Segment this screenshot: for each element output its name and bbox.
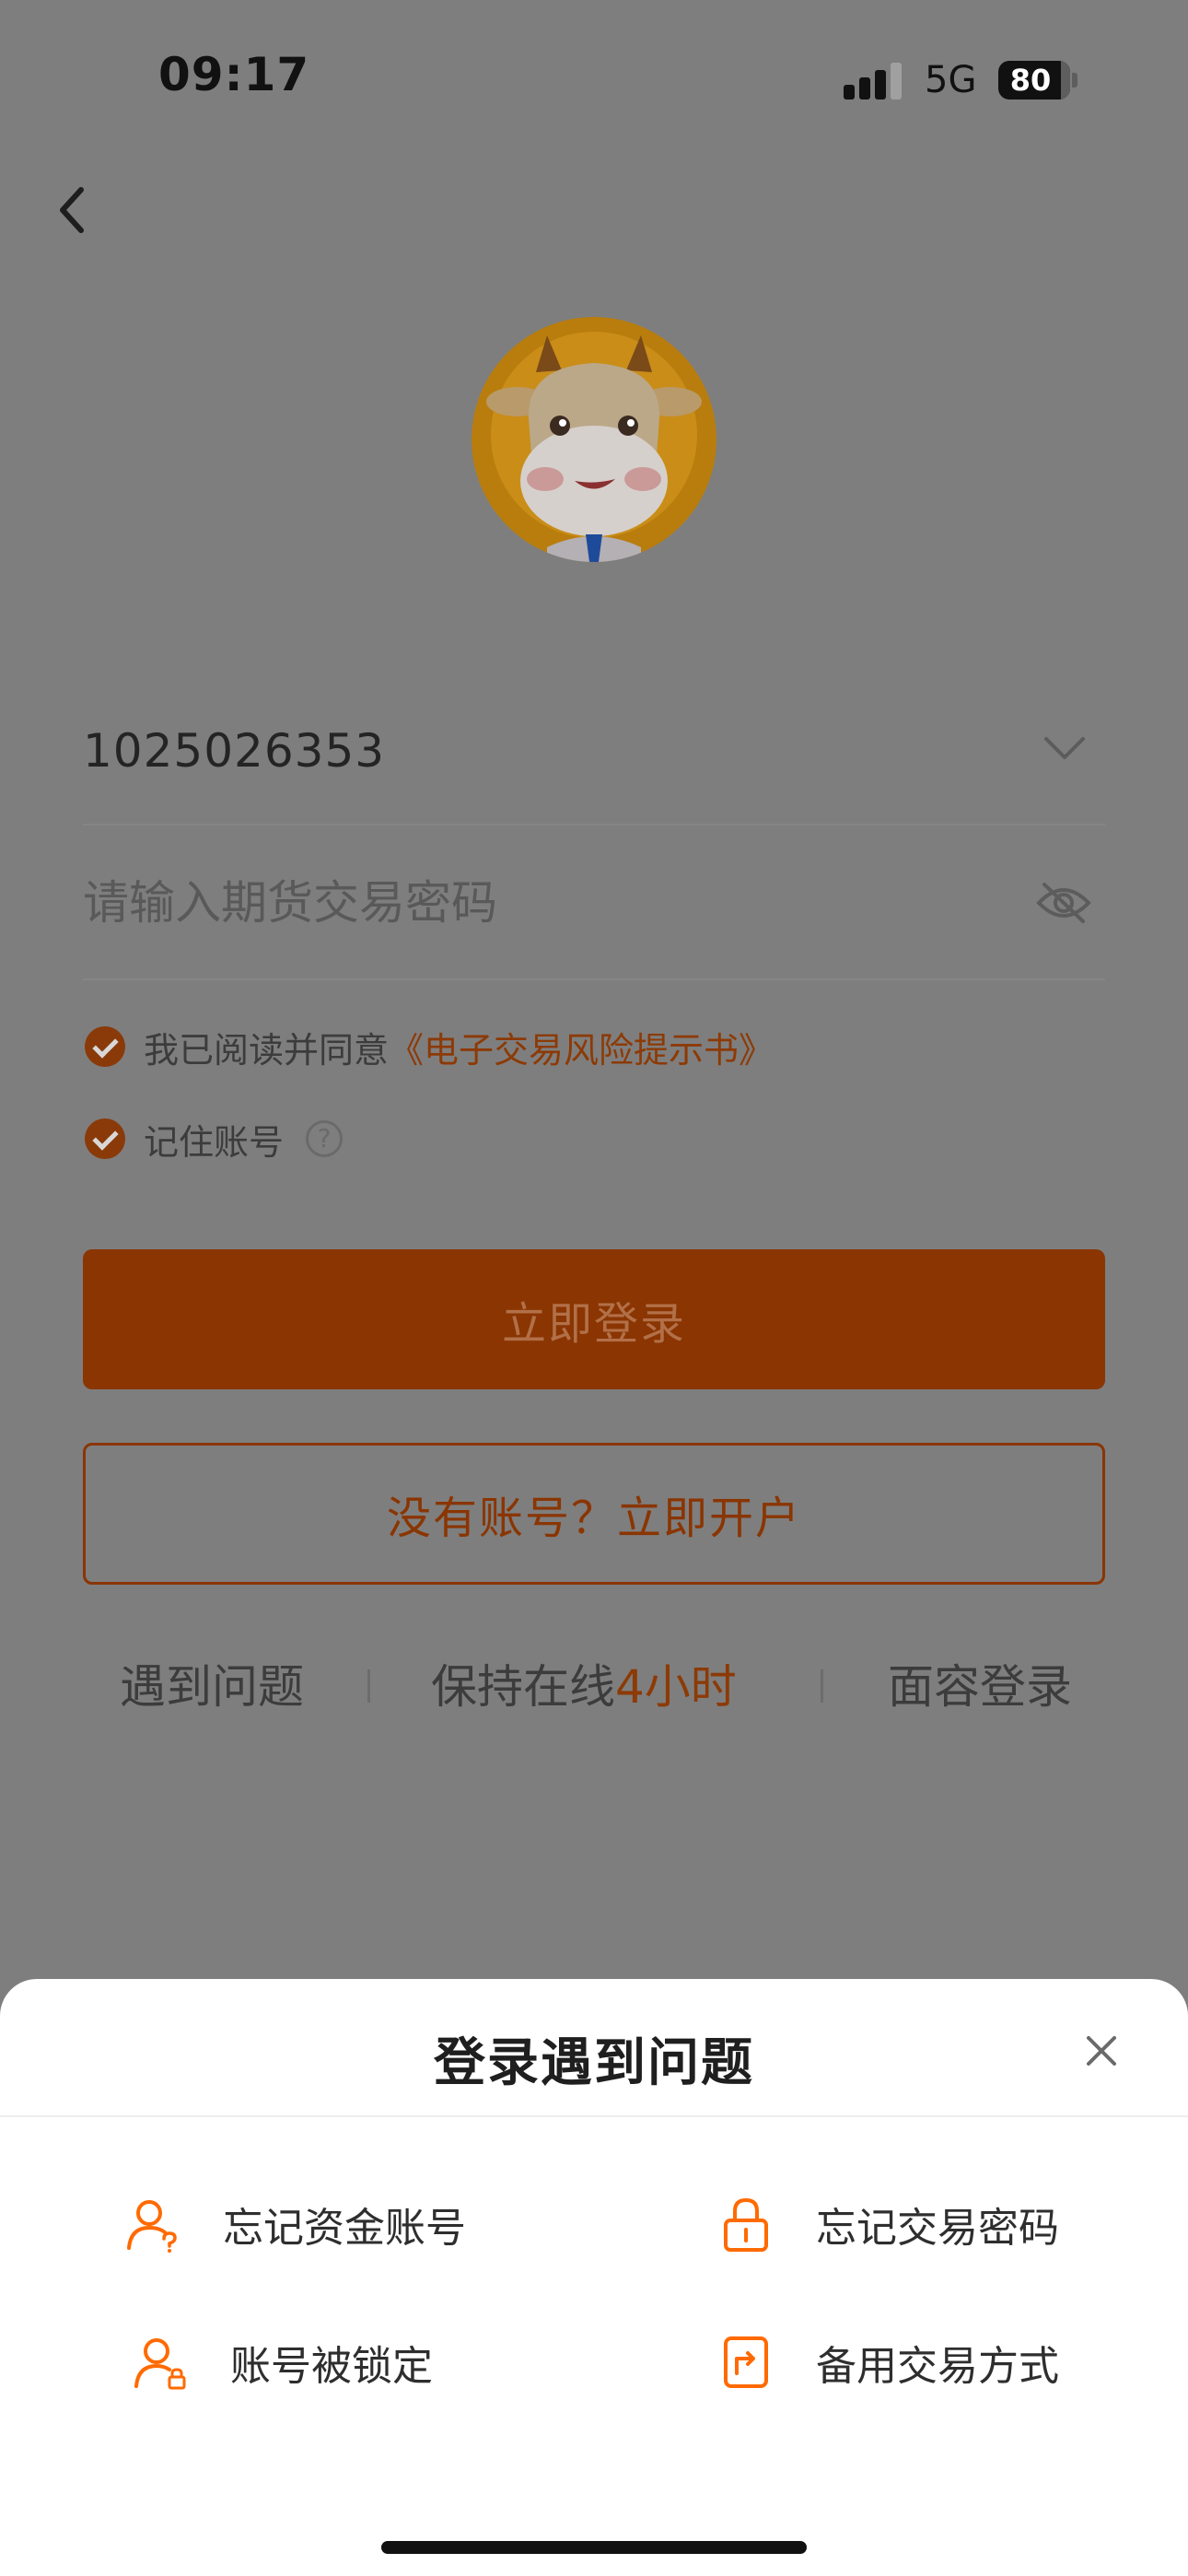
account-locked-option[interactable]: 账号被锁定 xyxy=(131,2325,433,2399)
option-label: 忘记资金账号 xyxy=(223,2205,466,2252)
remember-label: 记住账号 xyxy=(144,1121,285,1163)
keep-online-hours: 4小时 xyxy=(615,1660,737,1714)
agreement-row: 我已阅读并同意 《电子交易风险提示书》 xyxy=(85,1023,774,1071)
backup-trading-option[interactable]: 备用交易方式 xyxy=(716,2325,1059,2399)
backup-icon xyxy=(724,2336,768,2388)
close-button[interactable] xyxy=(1079,2029,1124,2073)
divider xyxy=(367,1669,370,1703)
battery-icon: 80 xyxy=(998,61,1077,100)
lock-icon xyxy=(724,2197,768,2252)
chevron-left-icon xyxy=(60,187,84,233)
eye-off-icon[interactable] xyxy=(1035,879,1092,927)
login-problem-sheet: 登录遇到问题 忘记资金账号 忘记交易密码 账号被锁定 备用交易方式 xyxy=(0,1979,1188,2576)
network-type: 5G xyxy=(925,59,977,101)
forgot-password-option[interactable]: 忘记交易密码 xyxy=(716,2187,1059,2261)
signal-icon xyxy=(844,63,903,100)
home-indicator xyxy=(381,2541,807,2554)
status-time: 09:17 xyxy=(158,48,310,101)
cow-mascot-icon xyxy=(472,317,716,562)
risk-disclosure-link[interactable]: 《电子交易风险提示书》 xyxy=(389,1022,774,1072)
option-label: 忘记交易密码 xyxy=(816,2205,1059,2252)
keep-online-label: 保持在线 xyxy=(431,1660,615,1714)
agreement-text: 我已阅读并同意 xyxy=(144,1029,390,1071)
account-field[interactable]: 1025026353 xyxy=(83,719,1105,825)
keep-online-link[interactable]: 保持在线4小时 xyxy=(431,1655,737,1719)
sheet-title: 登录遇到问题 xyxy=(434,2033,754,2093)
close-icon xyxy=(1087,2036,1116,2066)
user-question-icon xyxy=(127,2200,177,2253)
chevron-down-icon[interactable] xyxy=(1042,733,1087,765)
password-field xyxy=(83,825,1105,980)
option-label: 账号被锁定 xyxy=(230,2343,433,2390)
forgot-account-option[interactable]: 忘记资金账号 xyxy=(123,2187,466,2261)
remember-checkbox[interactable] xyxy=(85,1118,125,1159)
avatar xyxy=(472,317,716,562)
face-login-link[interactable]: 面容登录 xyxy=(888,1655,1072,1719)
problem-link[interactable]: 遇到问题 xyxy=(120,1655,304,1719)
login-links: 遇到问题 保持在线4小时 面容登录 xyxy=(0,1655,1188,1719)
help-icon[interactable]: ? xyxy=(306,1120,344,1157)
open-account-button[interactable]: 没有账号？立即开户 xyxy=(83,1443,1105,1585)
login-button[interactable]: 立即登录 xyxy=(83,1249,1105,1389)
battery-level: 80 xyxy=(1009,63,1052,98)
account-value: 1025026353 xyxy=(83,724,386,778)
sheet-divider xyxy=(0,2115,1188,2117)
divider xyxy=(821,1669,823,1703)
agreement-checkbox[interactable] xyxy=(85,1026,125,1067)
remember-row: 记住账号 ? xyxy=(85,1115,344,1163)
back-button[interactable] xyxy=(52,182,96,238)
user-lock-icon xyxy=(134,2338,186,2390)
password-input[interactable] xyxy=(83,866,967,940)
option-label: 备用交易方式 xyxy=(816,2343,1059,2390)
